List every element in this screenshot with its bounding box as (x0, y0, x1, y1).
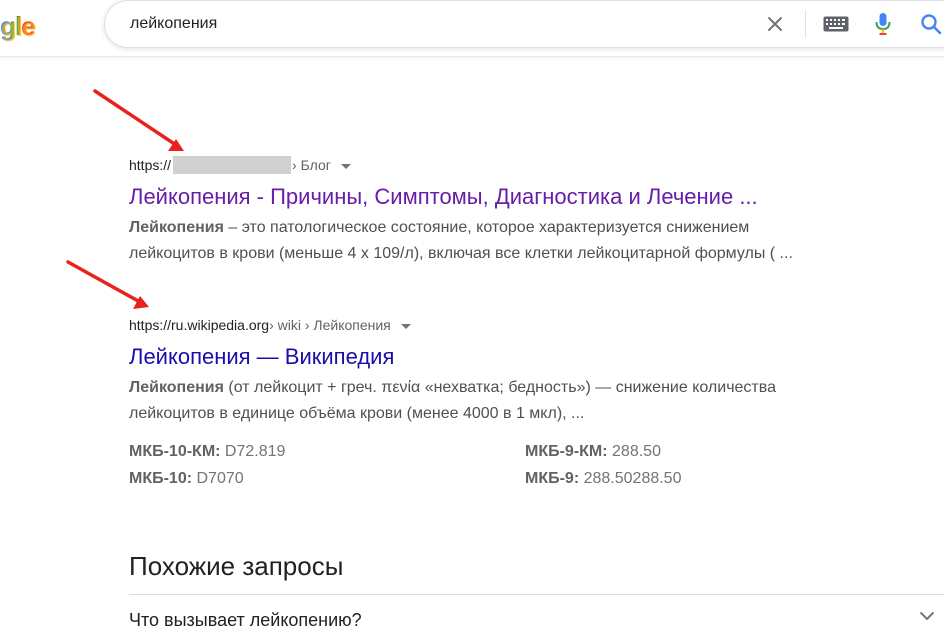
fact-label: МКБ-10: (129, 470, 193, 487)
snippet-text-line1: – это патологическое состояние, которое … (223, 219, 750, 236)
google-logo[interactable]: gle (0, 6, 36, 46)
red-arrow-icon (93, 89, 184, 151)
snippet-highlight: Лейкопения (129, 219, 224, 236)
keyboard-icon (823, 16, 849, 32)
result-snippet: Лейкопения – это патологическое состояни… (129, 215, 889, 267)
result-title-link[interactable]: Лейкопения — Википедия (129, 343, 889, 371)
fact-icd9cm: МКБ-9-КМ: 288.50 (525, 440, 661, 464)
result-title-link[interactable]: Лейкопения - Причины, Симптомы, Диагност… (129, 183, 889, 211)
voice-search-button[interactable] (871, 10, 895, 38)
search-result-1: https:// › Блог Лейкопения - Причины, Си… (129, 156, 889, 267)
chevron-down-icon (919, 611, 935, 621)
fact-label: МКБ-9: (525, 470, 580, 487)
redacted-domain (173, 156, 292, 174)
url-prefix: https:// (129, 157, 172, 173)
fact-value: D7070 (192, 470, 244, 487)
fact-label: МКБ-10-КМ: (129, 443, 221, 460)
fact-icd10cm: МКБ-10-КМ: D72.819 (129, 440, 285, 464)
fact-icd10: МКБ-10: D7070 (129, 467, 244, 491)
fact-label: МКБ-9-КМ: (525, 443, 608, 460)
fact-value: D72.819 (220, 443, 286, 460)
search-header: gle (0, 0, 944, 57)
fact-icd9: МКБ-9: 288.50288.50 (525, 467, 681, 491)
clear-search-button[interactable] (761, 10, 789, 38)
fact-value: 288.50 (607, 443, 661, 460)
result-snippet: Лейкопения (от лейкоцит + греч. πενία «н… (129, 375, 889, 427)
search-result-2: https://ru.wikipedia.org › wiki › Лейкоп… (129, 316, 889, 427)
fact-value: 288.50288.50 (579, 470, 682, 487)
snippet-text-line2: лейкоцитов в единице объёма крови (менее… (129, 405, 585, 422)
search-input[interactable] (130, 13, 730, 35)
search-box-divider (805, 10, 806, 38)
virtual-keyboard-button[interactable] (821, 11, 851, 37)
search-icon (921, 14, 942, 35)
search-button[interactable] (917, 10, 944, 38)
caret-down-icon[interactable] (400, 323, 411, 329)
caret-down-icon[interactable] (340, 163, 351, 169)
snippet-text-line2: лейкоцитов в крови (меньше 4 x 109/л), в… (129, 245, 793, 262)
result-url[interactable]: https://ru.wikipedia.org › wiki › Лейкоп… (129, 316, 889, 334)
result-url[interactable]: https:// › Блог (129, 156, 889, 174)
related-question-text: Что вызывает лейкопению? (129, 610, 362, 630)
red-arrow-icon (66, 260, 149, 309)
related-searches-heading: Похожие запросы (129, 551, 344, 581)
url-path: › wiki › Лейкопения (269, 317, 391, 333)
microphone-icon (875, 13, 891, 35)
snippet-text-line1: (от лейкоцит + греч. πενία «нехватка; бе… (223, 379, 776, 396)
close-icon (768, 17, 782, 31)
related-question-item[interactable]: Что вызывает лейкопению? (129, 594, 944, 637)
url-prefix: https://ru.wikipedia.org (129, 317, 270, 333)
snippet-highlight: Лейкопения (129, 379, 224, 396)
search-box (104, 0, 944, 48)
url-path: › Блог (292, 157, 331, 173)
logo-fragment: gle (0, 6, 36, 46)
